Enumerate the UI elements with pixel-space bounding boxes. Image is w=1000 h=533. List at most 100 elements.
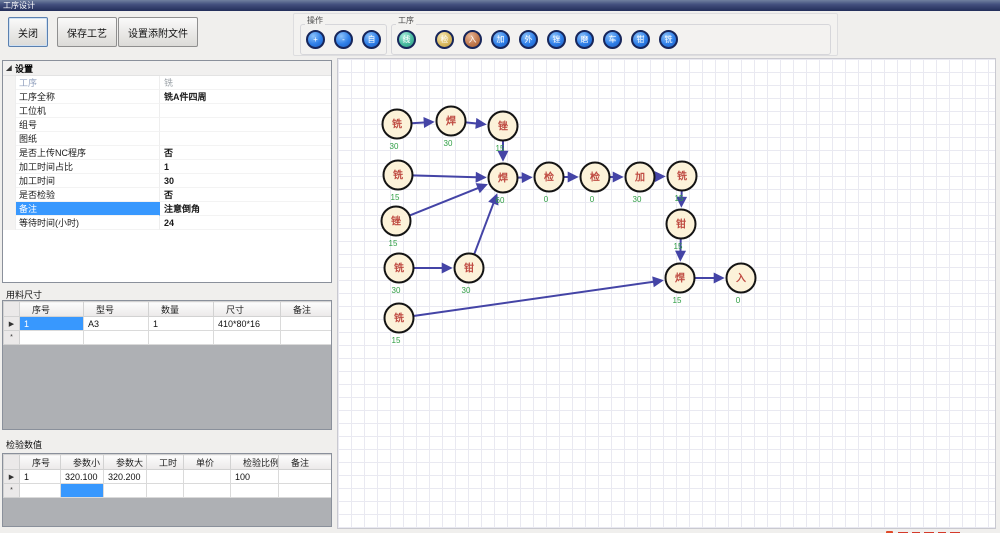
window-titlebar[interactable]: 工序设计 — [0, 0, 1000, 11]
column-header[interactable]: 序号 — [20, 302, 84, 317]
property-row-2[interactable]: 工位机 — [3, 104, 331, 118]
table-cell[interactable] — [214, 331, 281, 345]
flow-node-铣-16[interactable]: 铣15 — [385, 304, 414, 346]
flowchart-canvas[interactable]: 铣30 焊30 锉15 铣15 焊60 检0 检0 加30 铣15 钳15 锉15 铣30 钳30 焊15… — [337, 58, 996, 529]
column-header[interactable]: 参数大 — [104, 455, 147, 470]
column-header[interactable]: 检验比例 — [231, 455, 279, 470]
property-row-1[interactable]: 工序全称铣A件四周 — [3, 90, 331, 104]
column-header[interactable]: 单价 — [184, 455, 231, 470]
property-row-3[interactable]: 组号 — [3, 118, 331, 132]
table-cell[interactable] — [61, 484, 104, 498]
auto-layout-button[interactable]: 自 — [362, 30, 381, 49]
table-cell[interactable] — [20, 484, 61, 498]
table-cell[interactable] — [147, 470, 184, 484]
remove-node-button[interactable]: - — [334, 30, 353, 49]
column-header[interactable]: 备注 — [281, 302, 333, 317]
property-value[interactable]: 24 — [160, 216, 331, 230]
flow-node-焊-2[interactable]: 焊30 — [437, 107, 466, 149]
property-value[interactable] — [160, 132, 331, 146]
process-mill-button[interactable]: 铣 — [659, 30, 678, 49]
flow-node-入-15[interactable]: 入0 — [727, 264, 756, 306]
table-row[interactable]: ▶1320.100320.200100 — [4, 470, 333, 484]
table-cell[interactable]: 1 — [20, 317, 84, 331]
table-row[interactable]: * — [4, 484, 333, 498]
column-header[interactable]: 参数小 — [61, 455, 104, 470]
save-process-button[interactable]: 保存工艺 — [57, 17, 117, 47]
table-cell[interactable] — [184, 470, 231, 484]
table-cell[interactable]: 1 — [149, 317, 214, 331]
flow-node-铣-4[interactable]: 铣15 — [384, 161, 413, 203]
property-row-5[interactable]: 是否上传NC程序否 — [3, 146, 331, 160]
property-value[interactable]: 注意倒角 — [160, 202, 331, 216]
flow-edge-2-3[interactable] — [465, 122, 484, 124]
table-cell[interactable] — [184, 484, 231, 498]
flow-edge-13-5[interactable] — [474, 195, 496, 254]
property-row-8[interactable]: 是否检验否 — [3, 188, 331, 202]
property-row-0[interactable]: 工序铣 — [3, 76, 331, 90]
flow-node-铣-12[interactable]: 铣30 — [385, 254, 414, 296]
property-value[interactable]: 否 — [160, 146, 331, 160]
column-header[interactable]: 备注 — [279, 455, 333, 470]
property-value[interactable]: 铣 — [160, 76, 331, 90]
table-cell[interactable] — [104, 484, 147, 498]
flow-node-铣-9[interactable]: 铣15 — [668, 162, 697, 204]
table-cell[interactable] — [281, 317, 333, 331]
column-header[interactable]: 序号 — [20, 455, 61, 470]
flow-edge-11-5[interactable] — [409, 185, 485, 216]
column-header[interactable]: 型号 — [84, 302, 149, 317]
table-cell[interactable]: A3 — [84, 317, 149, 331]
process-wire-button[interactable]: 线 — [397, 30, 416, 49]
flow-edge-16-14[interactable] — [413, 281, 661, 316]
property-value[interactable] — [160, 118, 331, 132]
property-row-10[interactable]: 等待时间(小时)24 — [3, 216, 331, 230]
property-row-6[interactable]: 加工时间占比1 — [3, 160, 331, 174]
table-cell[interactable] — [147, 484, 184, 498]
flow-node-焊-14[interactable]: 焊15 — [666, 264, 695, 306]
property-category-row[interactable]: ◢ 设置 — [3, 61, 331, 76]
property-row-9[interactable]: 备注注意倒角 — [3, 202, 331, 216]
table-cell[interactable] — [279, 484, 333, 498]
table-cell[interactable]: 410*80*16 — [214, 317, 281, 331]
table-row[interactable]: * — [4, 331, 333, 345]
flow-node-铣-1[interactable]: 铣30 — [383, 110, 412, 152]
property-value[interactable] — [160, 104, 331, 118]
flow-node-加-8[interactable]: 加30 — [626, 163, 655, 205]
flow-node-锉-3[interactable]: 锉15 — [489, 112, 518, 154]
flow-node-检-6[interactable]: 检0 — [535, 163, 564, 205]
table-cell[interactable] — [84, 331, 149, 345]
table-cell[interactable]: 1 — [20, 470, 61, 484]
table-cell[interactable] — [279, 470, 333, 484]
close-button[interactable]: 关闭 — [8, 17, 48, 47]
property-row-4[interactable]: 图纸 — [3, 132, 331, 146]
process-outsource-button[interactable]: 外 — [519, 30, 538, 49]
process-grind-button[interactable]: 磨 — [575, 30, 594, 49]
table-cell[interactable] — [281, 331, 333, 345]
column-header[interactable]: 工时 — [147, 455, 184, 470]
process-machining-button[interactable]: 加 — [491, 30, 510, 49]
property-value[interactable]: 1 — [160, 160, 331, 174]
flow-node-锉-11[interactable]: 锉15 — [382, 207, 411, 249]
process-file-button[interactable]: 锉 — [547, 30, 566, 49]
flow-node-焊-5[interactable]: 焊60 — [489, 164, 518, 206]
process-fitter-button[interactable]: 钳 — [631, 30, 650, 49]
table-cell[interactable]: 100 — [231, 470, 279, 484]
table-cell[interactable]: 320.100 — [61, 470, 104, 484]
column-header[interactable]: 尺寸 — [214, 302, 281, 317]
property-value[interactable]: 铣A件四周 — [160, 90, 331, 104]
property-value[interactable]: 30 — [160, 174, 331, 188]
flow-node-钳-10[interactable]: 钳15 — [667, 210, 696, 252]
table-cell[interactable] — [20, 331, 84, 345]
flow-node-钳-13[interactable]: 钳30 — [455, 254, 484, 296]
column-header[interactable]: 数量 — [149, 302, 214, 317]
process-inspect-button[interactable]: 检 — [435, 30, 454, 49]
add-node-button[interactable]: + — [306, 30, 325, 49]
flow-node-检-7[interactable]: 检0 — [581, 163, 610, 205]
table-cell[interactable]: 320.200 — [104, 470, 147, 484]
property-row-7[interactable]: 加工时间30 — [3, 174, 331, 188]
table-cell[interactable] — [231, 484, 279, 498]
set-attachment-button[interactable]: 设置添附文件 — [118, 17, 198, 47]
process-turn-button[interactable]: 车 — [603, 30, 622, 49]
table-row[interactable]: ▶1A31410*80*16 — [4, 317, 333, 331]
collapse-icon[interactable]: ◢ — [3, 64, 15, 72]
property-value[interactable]: 否 — [160, 188, 331, 202]
